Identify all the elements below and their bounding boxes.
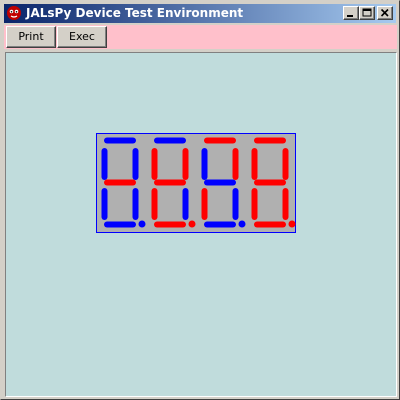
digit-4-segment-b [282, 148, 289, 180]
digit-3-segment-a [204, 137, 236, 144]
main-window: JALsPy Device Test Environment Print Exe… [0, 0, 400, 400]
digit-4-segment-f [251, 148, 258, 180]
digit-1-segment-e [101, 188, 108, 220]
digit-1-decimal-point [138, 220, 146, 228]
seven-segment-display [96, 133, 296, 233]
digit-2-segment-d [154, 221, 186, 228]
digit-3-segment-b [232, 148, 239, 180]
print-button[interactable]: Print [6, 26, 56, 48]
digit-1-segment-d [104, 221, 136, 228]
digit-2-segment-a [154, 137, 186, 144]
digit-1-segment-g [104, 179, 136, 186]
digit-3-segment-f [201, 148, 208, 180]
device-canvas [5, 52, 397, 397]
exec-button[interactable]: Exec [57, 26, 107, 48]
window-title: JALsPy Device Test Environment [26, 6, 244, 20]
maximize-icon [362, 8, 372, 17]
digit-1-segment-a [104, 137, 136, 144]
digit-2-segment-f [151, 148, 158, 180]
digit-3-segment-c [232, 188, 239, 220]
digit-2-segment-c [182, 188, 189, 220]
digit-2-decimal-point [188, 220, 196, 228]
digit-3-segment-e [201, 188, 208, 220]
digit-1-segment-f [101, 148, 108, 180]
digit-2-segment-e [151, 188, 158, 220]
maximize-button[interactable] [359, 6, 375, 20]
digit-4-segment-g [254, 179, 286, 186]
close-button[interactable] [377, 6, 393, 20]
digit-4-decimal-point [288, 220, 296, 228]
minimize-button[interactable] [343, 6, 359, 20]
digit-3-segment-g [204, 179, 236, 186]
digit-2-segment-b [182, 148, 189, 180]
toolbar: Print Exec [4, 25, 397, 49]
digit-4-segment-c [282, 188, 289, 220]
title-bar[interactable]: JALsPy Device Test Environment [4, 4, 396, 23]
digit-1-segment-c [132, 188, 139, 220]
digit-2-segment-g [154, 179, 186, 186]
digit-4-segment-d [254, 221, 286, 228]
digit-1-segment-b [132, 148, 139, 180]
digit-3-segment-d [204, 221, 236, 228]
minimize-icon [347, 15, 353, 17]
digit-4-segment-a [254, 137, 286, 144]
digit-3-decimal-point [238, 220, 246, 228]
close-icon [380, 8, 389, 17]
app-bug-icon[interactable] [6, 5, 22, 21]
digit-4-segment-e [251, 188, 258, 220]
